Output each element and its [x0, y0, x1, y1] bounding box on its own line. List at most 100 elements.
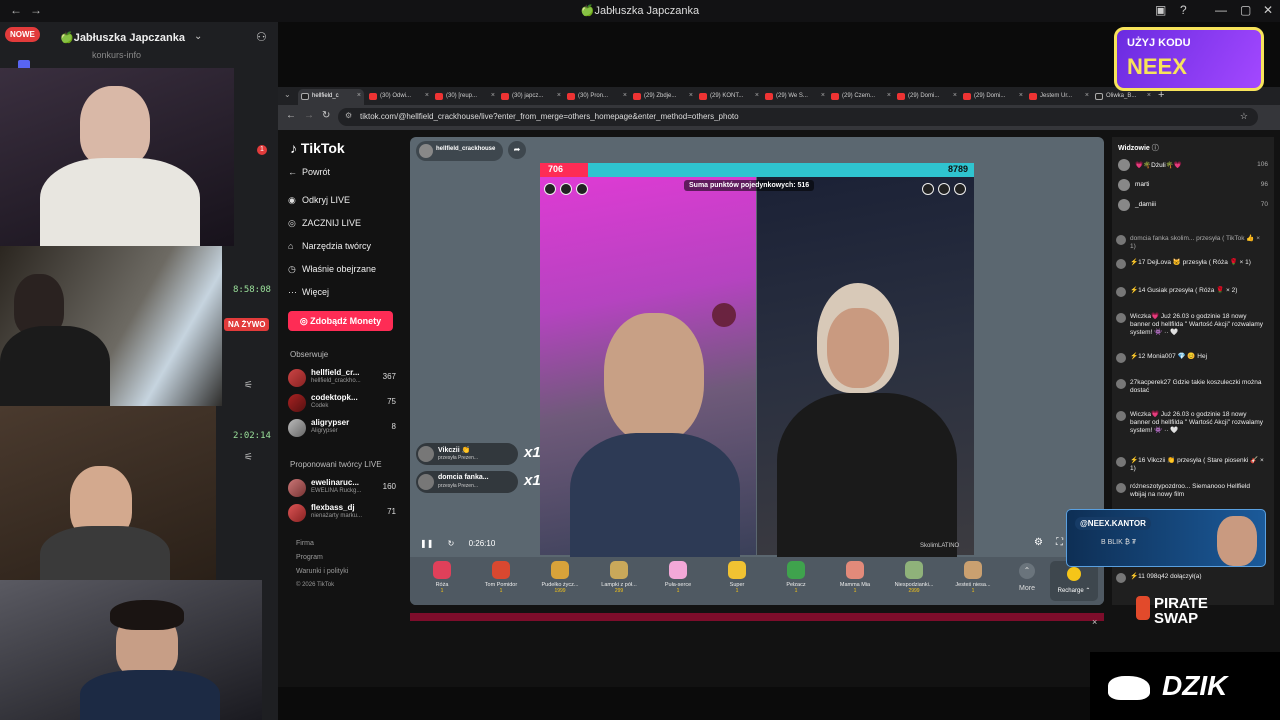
more-gifts-button[interactable]: ⌃ More: [1012, 563, 1042, 592]
inbox-icon[interactable]: ▣: [1155, 3, 1166, 17]
supporter-avatar[interactable]: [922, 183, 934, 195]
person-body: [80, 670, 220, 720]
avatar: [1116, 573, 1126, 583]
pirate-swap-logo: PIRATE SWAP: [1136, 596, 1234, 626]
browser-tab[interactable]: Oliwka_B... ×: [1092, 89, 1154, 105]
chevron-down-icon[interactable]: ⌄: [194, 31, 202, 42]
supporter-avatar[interactable]: [938, 183, 950, 195]
browser-tab[interactable]: (30) [reup... ×: [432, 89, 498, 105]
wall-clock: [712, 303, 736, 327]
browser-tab[interactable]: (30) Pron... ×: [564, 89, 630, 105]
close-tab-icon[interactable]: ×: [1085, 92, 1089, 99]
supporter-avatar[interactable]: [576, 183, 588, 195]
following-account[interactable]: codektopk... Codek 75: [288, 392, 396, 414]
settings-icon[interactable]: ⚙: [1034, 537, 1043, 548]
close-icon[interactable]: ×: [1092, 617, 1097, 627]
close-tab-icon[interactable]: ×: [953, 92, 957, 99]
close-tab-icon[interactable]: ×: [557, 92, 561, 99]
footer-link[interactable]: Warunki i polityki: [296, 568, 348, 575]
browser-tab[interactable]: (29) Czem... ×: [828, 89, 894, 105]
nav-creator-tools[interactable]: ⌂ Narzędzia twórcy: [288, 241, 371, 251]
close-tab-icon[interactable]: ×: [1019, 92, 1023, 99]
footer-link[interactable]: Program: [296, 554, 323, 561]
gift-item[interactable]: Niespodzianki... 2999: [884, 561, 944, 601]
supporter-avatar[interactable]: [544, 183, 556, 195]
nav-go-live[interactable]: ◎ ZACZNIJ LIVE: [288, 218, 361, 229]
browser-tab[interactable]: (29) We S... ×: [762, 89, 828, 105]
close-tab-icon[interactable]: ×: [689, 92, 693, 99]
browser-tab[interactable]: Jestem Ur... ×: [1026, 89, 1092, 105]
youtube-icon: [765, 93, 773, 100]
reload-icon[interactable]: ↻: [322, 110, 330, 121]
get-coins-button[interactable]: ◎ Zdobądź Monety: [288, 311, 393, 331]
close-tab-icon[interactable]: ×: [1147, 92, 1151, 99]
following-account[interactable]: aligrypser Aligrypser 8: [288, 417, 396, 439]
maximize-icon[interactable]: ▢: [1240, 3, 1251, 17]
mute-icon[interactable]: ⚟: [244, 380, 253, 391]
close-tab-icon[interactable]: ×: [357, 92, 361, 99]
browser-tab[interactable]: (30) japcz... ×: [498, 89, 564, 105]
gift-item[interactable]: Pełzacz 1: [766, 561, 826, 601]
viewer-row[interactable]: _darniii 70: [1118, 199, 1268, 213]
add-member-icon[interactable]: ⚇: [256, 30, 267, 44]
webcam-feed-2: [0, 246, 222, 406]
forward-icon[interactable]: →: [304, 110, 314, 121]
recharge-button[interactable]: Recharge ⌃: [1050, 561, 1098, 601]
close-tab-icon[interactable]: ×: [425, 92, 429, 99]
tiktok-logo[interactable]: ♪ TikTok: [290, 140, 345, 156]
gift-item[interactable]: Tom Pomidor 1: [471, 561, 531, 601]
browser-tab[interactable]: hellfield_c ×: [298, 89, 364, 105]
browser-tab[interactable]: (29) KONT... ×: [696, 89, 762, 105]
battle-left-stream: [540, 163, 756, 573]
fullscreen-icon[interactable]: ⛶: [1056, 537, 1063, 548]
gift-item[interactable]: Super 1: [707, 561, 767, 601]
close-tab-icon[interactable]: ×: [887, 92, 891, 99]
browser-tab[interactable]: (30) Odwi... ×: [366, 89, 432, 105]
supporter-avatar[interactable]: [954, 183, 966, 195]
minimize-icon[interactable]: —: [1215, 3, 1227, 17]
avatar: [1116, 483, 1126, 493]
pause-icon[interactable]: ❚❚: [420, 539, 433, 548]
url-input[interactable]: ⚙ tiktok.com/@hellfield_crackhouse/live?…: [338, 108, 1258, 126]
following-account[interactable]: hellfield_cr... hellfield_crackho... 367: [288, 367, 396, 389]
gift-item[interactable]: Mamma Mia 1: [825, 561, 885, 601]
share-icon[interactable]: ➦: [508, 141, 526, 159]
tab-menu-icon[interactable]: ⌄: [284, 90, 291, 99]
gift-item[interactable]: Lampki z pół... 299: [589, 561, 649, 601]
avatar: [418, 446, 434, 462]
browser-tab[interactable]: (29) Domi... ×: [894, 89, 960, 105]
nav-watched[interactable]: ◷ Właśnie obejrzane: [288, 264, 376, 275]
nav-discover-live[interactable]: ◉ Odkryj LIVE: [288, 195, 350, 206]
close-tab-icon[interactable]: ×: [755, 92, 759, 99]
bookmark-star-icon[interactable]: ☆: [1240, 111, 1248, 122]
channel-name[interactable]: konkurs-info: [92, 50, 141, 60]
gift-item[interactable]: Jesteś niesa... 1: [943, 561, 1003, 601]
close-tab-icon[interactable]: ×: [623, 92, 627, 99]
supporter-avatar[interactable]: [560, 183, 572, 195]
gift-item[interactable]: Pudełko życz... 1999: [530, 561, 590, 601]
streamer-face: [604, 313, 704, 443]
suggested-account[interactable]: ewelinaruc... EWELINA Ruckg... 160: [288, 477, 396, 499]
mute-icon[interactable]: ⚟: [244, 452, 253, 463]
suggested-account[interactable]: flexbass_dj nienażarty marku... 71: [288, 502, 396, 524]
browser-tab[interactable]: (29) Zbdje... ×: [630, 89, 696, 105]
close-tab-icon[interactable]: ×: [491, 92, 495, 99]
close-tab-icon[interactable]: ×: [821, 92, 825, 99]
help-icon[interactable]: ?: [1180, 3, 1187, 17]
footer-link[interactable]: Firma: [296, 540, 314, 547]
gift-item[interactable]: Róża 1: [412, 561, 472, 601]
back-icon[interactable]: ←: [286, 110, 296, 121]
viewer-row[interactable]: marti 96: [1118, 179, 1268, 193]
site-info-icon[interactable]: ⚙: [345, 111, 352, 120]
browser-tab[interactable]: (29) Domi... ×: [960, 89, 1026, 105]
server-name[interactable]: 🍏Jabłuszka Japczanka: [60, 31, 185, 44]
nav-more[interactable]: ⋯ Więcej: [288, 287, 329, 298]
nav-back[interactable]: ← Powrót: [288, 167, 330, 177]
gift-item[interactable]: Puła-serce 1: [648, 561, 708, 601]
info-icon[interactable]: ⓘ: [1152, 145, 1159, 152]
refresh-icon[interactable]: ↻: [448, 539, 455, 548]
close-window-icon[interactable]: ✕: [1263, 3, 1273, 17]
host-chip[interactable]: hellfield_crackhouse: [416, 141, 504, 161]
kantor-banner: @NEEX.KANTOR B BLIK ₿ ₮: [1066, 509, 1266, 567]
viewer-row[interactable]: 💗🌴Dżuli🌴💗 106: [1118, 159, 1268, 173]
